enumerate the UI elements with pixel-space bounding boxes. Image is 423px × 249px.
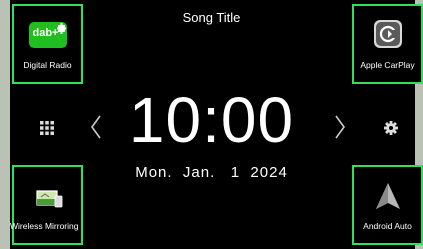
dab-plus-icon: dab+ xyxy=(28,22,67,53)
apple-carplay-tile[interactable]: Apple CarPlay xyxy=(352,4,423,84)
apple-carplay-label: Apple CarPlay xyxy=(360,60,415,70)
chevron-left-icon[interactable] xyxy=(88,114,104,140)
wireless-mirroring-tile[interactable]: Wireless Mirroring xyxy=(10,165,83,245)
android-auto-icon xyxy=(373,181,403,216)
dab-badge-text: dab+ xyxy=(32,27,59,39)
digital-radio-tile[interactable]: dab+ Digital Radio xyxy=(12,4,83,84)
android-auto-tile[interactable]: Android Auto xyxy=(352,165,423,245)
wireless-mirroring-icon xyxy=(33,189,63,214)
clock-time: 10:00 xyxy=(128,84,295,156)
wireless-mirroring-label: Wireless Mirroring xyxy=(10,221,79,231)
chevron-right-icon[interactable] xyxy=(332,114,348,140)
digital-radio-label: Digital Radio xyxy=(23,60,72,70)
carplay-icon xyxy=(373,20,402,53)
gear-icon[interactable] xyxy=(384,121,398,135)
grid-menu-icon[interactable] xyxy=(40,121,54,135)
android-auto-label: Android Auto xyxy=(363,221,412,231)
